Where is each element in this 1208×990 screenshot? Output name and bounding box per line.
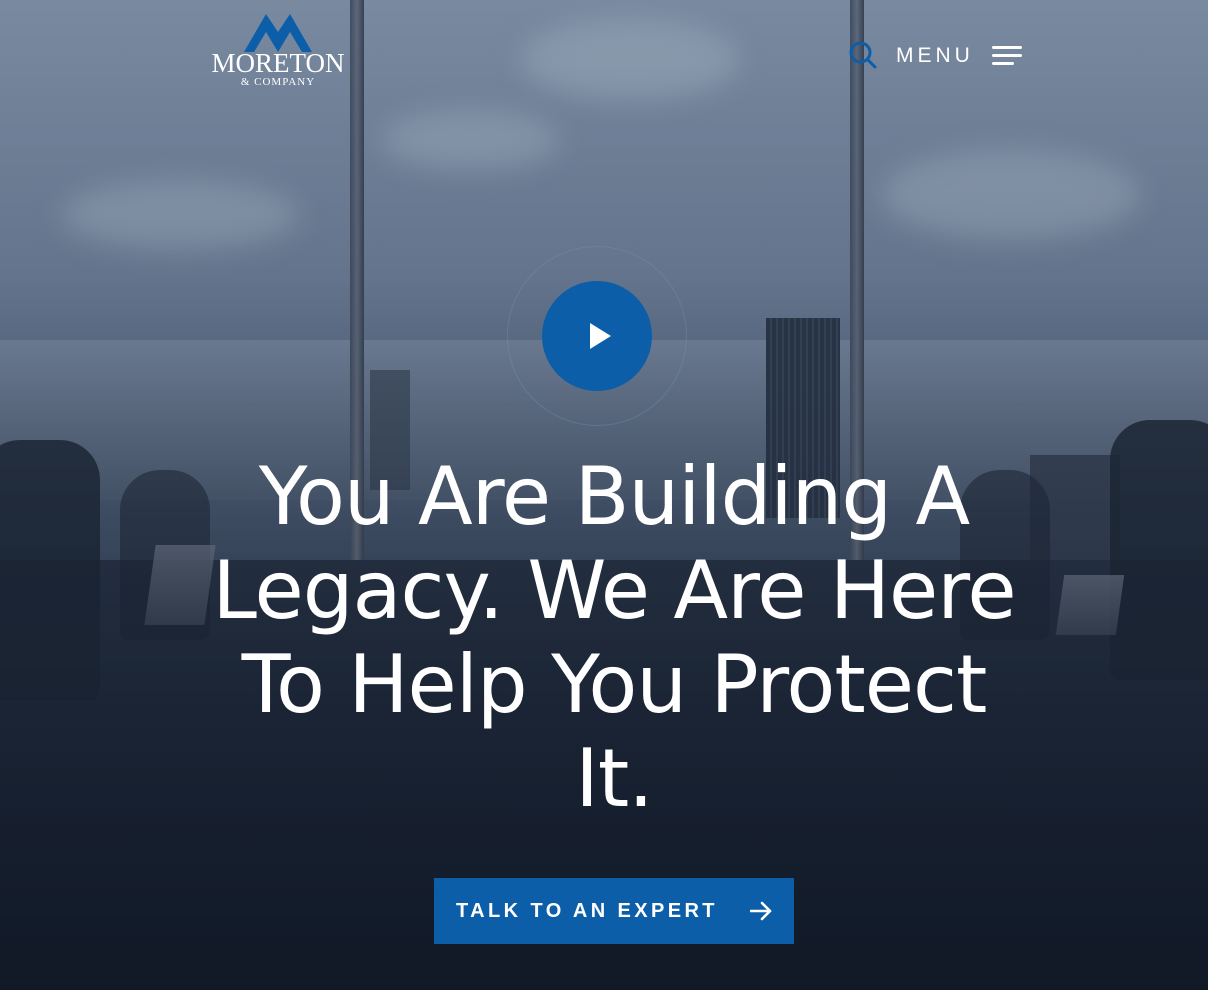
menu-label: MENU: [896, 44, 974, 67]
menu-button[interactable]: MENU: [896, 40, 1022, 72]
brand-name: MORETON: [211, 48, 345, 78]
search-button[interactable]: [848, 40, 878, 70]
play-video-button[interactable]: [542, 281, 652, 391]
cta-label: TALK TO AN EXPERT: [456, 899, 718, 922]
brand-logo[interactable]: MORETON & COMPANY: [208, 10, 348, 100]
arrow-right-icon: [749, 901, 772, 921]
talk-to-expert-button[interactable]: TALK TO AN EXPERT: [434, 878, 794, 944]
hamburger-icon: [991, 46, 1022, 66]
search-icon: [849, 41, 877, 69]
play-icon: [590, 323, 611, 349]
hero-section: MORETON & COMPANY MENU You Are Building …: [0, 0, 1208, 990]
hero-headline: You Are Building A Legacy. We Are Here T…: [212, 450, 1016, 825]
